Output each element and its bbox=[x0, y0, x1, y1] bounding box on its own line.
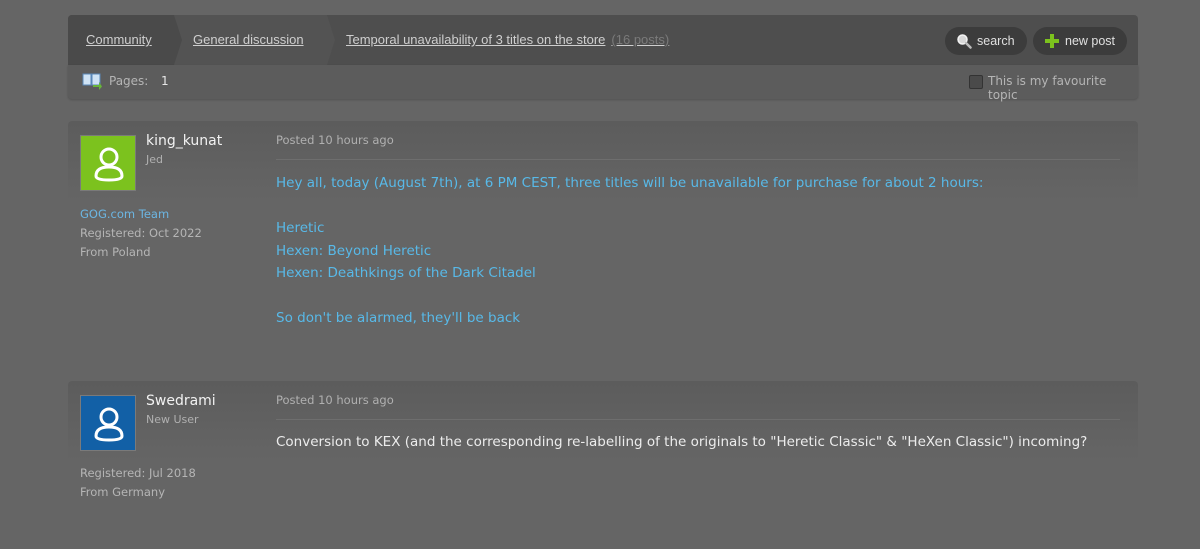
breadcrumb-topic: Temporal unavailability of 3 titles on t… bbox=[346, 15, 669, 65]
user-meta: GOG.com Team Registered: Oct 2022 From P… bbox=[80, 205, 202, 262]
search-button-label: search bbox=[977, 34, 1015, 48]
post-username[interactable]: king_kunat bbox=[146, 133, 222, 149]
topic-subbar: Pages: 1 This is my favourite topic bbox=[68, 65, 1138, 102]
game-title-hexen-deathkings: Hexen: Deathkings of the Dark Citadel bbox=[276, 265, 536, 281]
avatar[interactable] bbox=[80, 395, 136, 451]
favourite-topic-checkbox[interactable] bbox=[969, 75, 983, 89]
post-count: (16 posts) bbox=[611, 32, 670, 47]
post-body: Hey all, today (August 7th), at 6 PM CES… bbox=[276, 172, 983, 330]
post-timestamp: Posted 10 hours ago bbox=[276, 133, 394, 147]
user-registered: Registered: Jul 2018 bbox=[80, 466, 196, 480]
post-timestamp: Posted 10 hours ago bbox=[276, 393, 394, 407]
post-body: Conversion to KEX (and the corresponding… bbox=[276, 431, 1087, 454]
breadcrumb-separator bbox=[327, 15, 335, 65]
new-post-button[interactable]: new post bbox=[1033, 27, 1128, 55]
search-button[interactable]: search bbox=[945, 27, 1027, 55]
breadcrumb-community-link[interactable]: Community bbox=[86, 15, 152, 65]
page-number-current[interactable]: 1 bbox=[161, 74, 169, 88]
user-meta: Registered: Jul 2018 From Germany bbox=[80, 464, 196, 502]
search-icon bbox=[957, 34, 972, 49]
plus-icon bbox=[1045, 34, 1059, 48]
forum-post: king_kunat Jed GOG.com Team Registered: … bbox=[68, 121, 1138, 361]
user-registered: Registered: Oct 2022 bbox=[80, 226, 202, 240]
user-team-link[interactable]: GOG.com Team bbox=[80, 205, 202, 224]
user-rank: Jed bbox=[146, 153, 163, 166]
post-line: Conversion to KEX (and the corresponding… bbox=[276, 434, 1088, 450]
user-location: From Poland bbox=[80, 245, 151, 259]
user-silhouette-icon bbox=[94, 407, 124, 442]
pages-book-icon bbox=[82, 73, 102, 90]
favourite-topic-label[interactable]: This is my favourite topic bbox=[988, 74, 1138, 102]
user-location: From Germany bbox=[80, 485, 166, 499]
game-title-hexen: Hexen: Beyond Heretic bbox=[276, 242, 432, 259]
game-title-heretic: Heretic bbox=[276, 220, 325, 236]
breadcrumb-separator bbox=[174, 15, 182, 65]
post-line: Hey all, today (August 7th), at 6 PM CES… bbox=[276, 175, 984, 191]
forum-post: Swedrami New User Registered: Jul 2018 F… bbox=[68, 381, 1138, 549]
user-silhouette-icon bbox=[94, 147, 124, 182]
post-divider bbox=[276, 419, 1120, 420]
avatar[interactable] bbox=[80, 135, 136, 191]
breadcrumb-general-discussion-link[interactable]: General discussion bbox=[193, 15, 304, 65]
post-line: So don't be alarmed, they'll be back bbox=[276, 310, 521, 326]
post-username[interactable]: Swedrami bbox=[146, 393, 216, 409]
new-post-button-label: new post bbox=[1065, 34, 1116, 48]
post-divider bbox=[276, 159, 1120, 160]
breadcrumb-bar: Community General discussion Temporal un… bbox=[68, 15, 1138, 65]
pages-label: Pages: bbox=[109, 74, 149, 88]
user-rank: New User bbox=[146, 413, 199, 426]
topic-title-link[interactable]: Temporal unavailability of 3 titles on t… bbox=[346, 32, 605, 47]
